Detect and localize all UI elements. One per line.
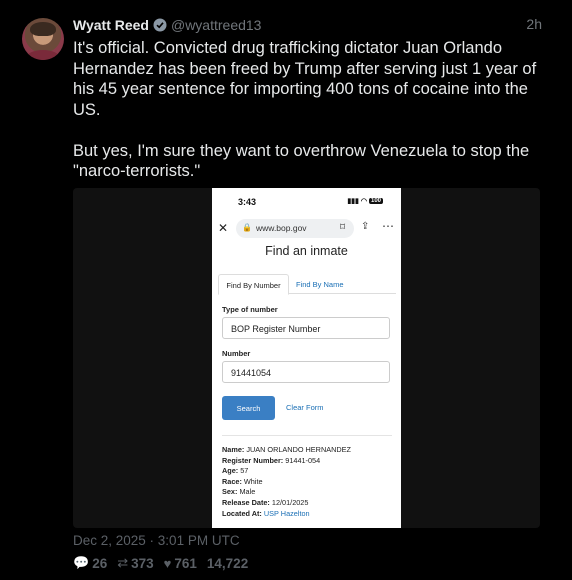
like-button[interactable]: ♥ 761: [164, 556, 207, 571]
page-title: Find an inmate: [265, 244, 348, 258]
tweet-stats: 💬 26 ⇄ 373 ♥ 761 14,722: [73, 555, 258, 571]
result-row: Race: White: [222, 476, 263, 486]
result-row: Age: 57: [222, 466, 249, 476]
tab-find-by-number: Find By Number: [218, 274, 289, 295]
url-text: www.bop.gov: [256, 223, 307, 233]
inmate-result: Name: JUAN ORLANDO HERNANDEZ Register Nu…: [222, 445, 351, 519]
reply-button[interactable]: 💬 26: [73, 555, 117, 571]
search-button: Search: [222, 396, 275, 420]
result-row: Register Number: 91441-054: [222, 455, 321, 465]
author-name[interactable]: Wyatt Reed: [73, 17, 149, 33]
avatar[interactable]: [22, 18, 64, 60]
result-row: Sex: Male: [222, 487, 256, 497]
tab-find-by-name: Find By Name: [296, 280, 344, 289]
reply-count: 26: [92, 555, 108, 571]
tweet: Wyatt Reed @wyattreed13 2h It's official…: [0, 0, 572, 580]
reply-icon: 💬: [73, 555, 90, 570]
share-icon: ⇪: [361, 221, 370, 232]
divider: [222, 435, 392, 436]
type-field: BOP Register Number: [222, 317, 390, 339]
like-count: 761: [174, 555, 197, 571]
wifi-icon: ◠: [360, 198, 367, 205]
lock-icon: 🔒: [242, 223, 252, 232]
tweet-date[interactable]: Dec 2, 2025 · 3:01 PM UTC: [73, 533, 240, 548]
result-row: Located At: USP Hazelton: [222, 508, 310, 518]
avatar-hair: [30, 22, 56, 36]
tweet-time[interactable]: 2h: [526, 16, 542, 32]
type-label: Type of number: [222, 305, 278, 314]
clear-form-link: Clear Form: [286, 403, 324, 412]
avatar-shirt: [26, 50, 60, 60]
heart-icon: ♥: [163, 555, 172, 571]
retweet-count: 373: [131, 555, 154, 571]
battery-icon: 100: [368, 198, 383, 204]
retweet-icon: ⇄: [117, 555, 129, 570]
views-count: 14,722: [206, 555, 249, 571]
views-stat: 14,722: [207, 556, 258, 571]
close-icon: ✕: [218, 221, 229, 235]
more-icon: ⋯: [382, 219, 394, 233]
tweet-header: Wyatt Reed @wyattreed13 2h: [73, 16, 542, 34]
status-time: 3:43: [238, 197, 257, 207]
retweet-button[interactable]: ⇄ 373: [117, 555, 163, 571]
browser-url-bar: ✕ 🔒 www.bop.gov ⌑ ⇪ ⋯: [212, 218, 401, 240]
search-tabs: Find By Number Find By Name: [218, 274, 396, 295]
result-row: Name: JUAN ORLANDO HERNANDEZ: [222, 445, 351, 454]
number-label: Number: [222, 349, 251, 358]
result-row: Release Date: 12/01/2025: [222, 497, 309, 507]
number-field: 91441054: [222, 361, 390, 383]
bookmark-icon: ⌑: [340, 222, 346, 233]
verified-badge-icon: [153, 18, 167, 32]
signal-icon: ▮▮▮: [347, 198, 359, 205]
status-icons: ▮▮▮ ◠ 100: [347, 197, 383, 205]
bop-screenshot: 3:43 ▮▮▮ ◠ 100 ✕ 🔒 www.bop.gov ⌑ ⇪ ⋯ Fin…: [212, 188, 401, 528]
tweet-text: It's official. Convicted drug traffickin…: [73, 39, 537, 180]
author-handle[interactable]: @wyattreed13: [171, 17, 261, 33]
phone-status-bar: 3:43 ▮▮▮ ◠ 100: [212, 188, 401, 214]
